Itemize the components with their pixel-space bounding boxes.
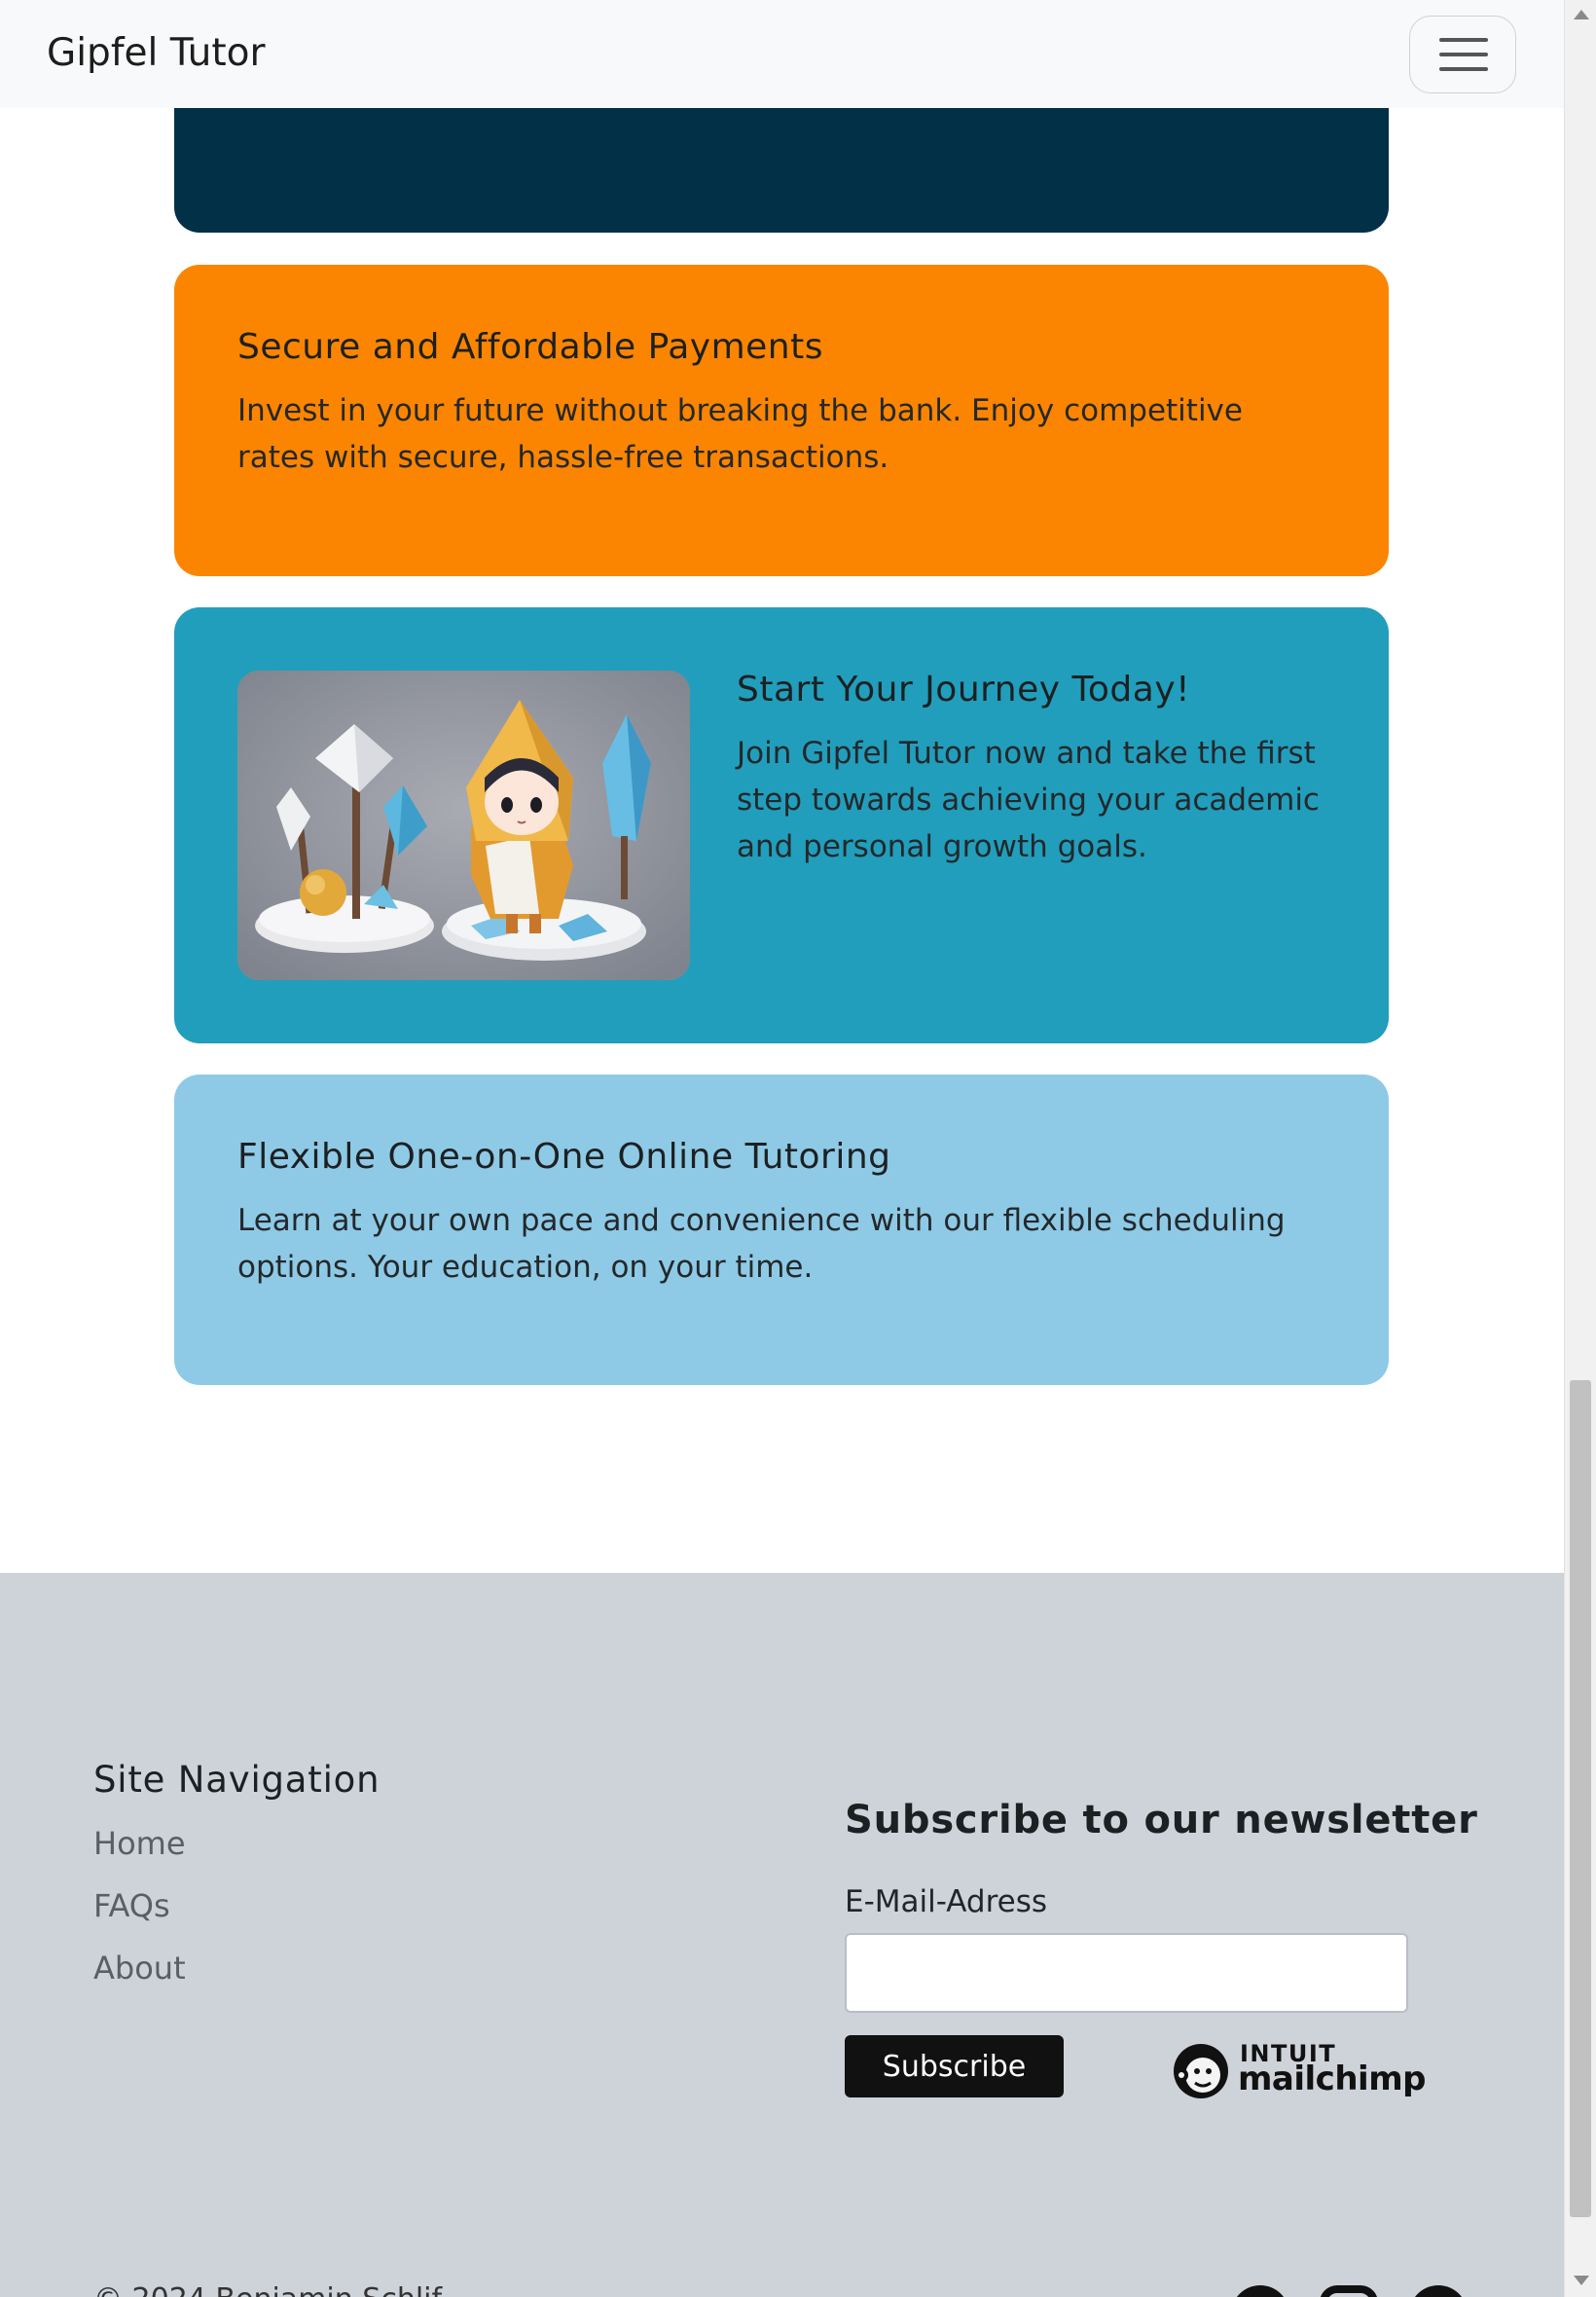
feature-card-tutoring: Flexible One-on-One Online Tutoring Lear… bbox=[174, 1075, 1389, 1385]
chibi-illustration bbox=[237, 671, 690, 980]
card-text: Join Gipfel Tutor now and take the first… bbox=[737, 736, 1320, 864]
page: Gipfel Tutor Secure and Affordable Payme… bbox=[0, 0, 1564, 2297]
feature-card-journey: Start Your Journey Today! Join Gipfel Tu… bbox=[174, 607, 1389, 1043]
card-title: Flexible One-on-One Online Tutoring bbox=[237, 1137, 891, 1177]
email-label: E-Mail-Adress bbox=[845, 1884, 1048, 1919]
page-scrollbar[interactable] bbox=[1564, 0, 1596, 2297]
footer-link-home[interactable]: Home bbox=[93, 1824, 186, 1863]
scrollbar-thumb[interactable] bbox=[1570, 1380, 1591, 2217]
subscribe-button[interactable]: Subscribe bbox=[845, 2035, 1064, 2097]
footer-link-about[interactable]: About bbox=[93, 1949, 186, 1987]
navbar: Gipfel Tutor bbox=[0, 0, 1564, 108]
navbar-toggler-button[interactable] bbox=[1409, 16, 1516, 93]
scroll-down-arrow-icon[interactable] bbox=[1574, 2276, 1589, 2285]
copyright-text: © 2024 Benjamin Schlif... bbox=[93, 2280, 468, 2297]
mailchimp-logo[interactable]: INTUIT mailchimp bbox=[1168, 2036, 1426, 2104]
mailchimp-wordmark: mailchimp bbox=[1238, 2060, 1426, 2098]
instagram-icon[interactable] bbox=[1320, 2285, 1378, 2297]
email-input[interactable] bbox=[845, 1933, 1408, 2013]
mailchimp-monkey-icon bbox=[1174, 2044, 1228, 2098]
brand-link[interactable]: Gipfel Tutor bbox=[47, 29, 266, 78]
feature-card-payments: Secure and Affordable Payments Invest in… bbox=[174, 265, 1389, 576]
card-title: Start Your Journey Today! bbox=[737, 670, 1191, 710]
site-navigation-heading: Site Navigation bbox=[93, 1759, 381, 1801]
chibi-character-image bbox=[237, 671, 690, 980]
scroll-up-arrow-icon[interactable] bbox=[1574, 10, 1589, 19]
card-title: Secure and Affordable Payments bbox=[237, 327, 823, 367]
card-text: Learn at your own pace and convenience w… bbox=[237, 1203, 1286, 1285]
card-text: Invest in your future without breaking t… bbox=[237, 393, 1243, 475]
footer-link-faqs[interactable]: FAQs bbox=[93, 1886, 170, 1925]
newsletter-heading: Subscribe to our newsletter bbox=[845, 1798, 1478, 1842]
